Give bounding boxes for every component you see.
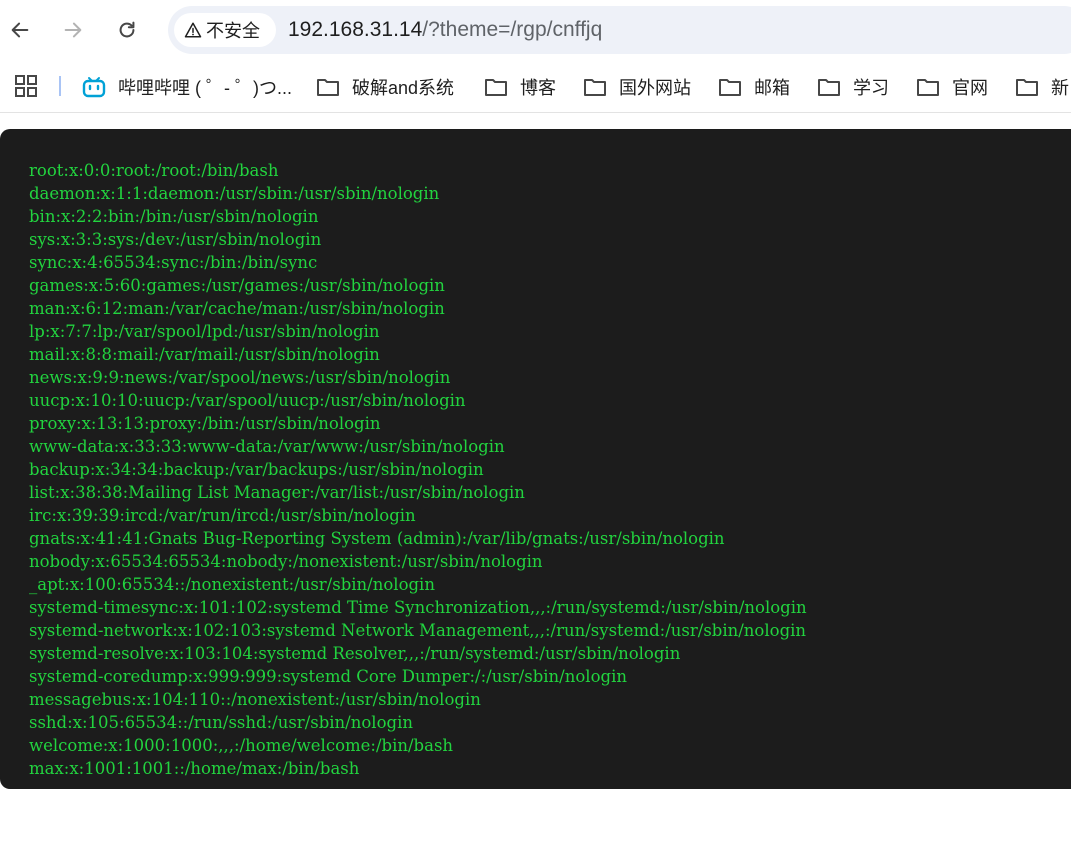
output-line: max:x:1001:1001::/home/max:/bin/bash [29,759,360,778]
output-line: proxy:x:13:13:proxy:/bin:/usr/sbin/nolog… [29,414,381,433]
security-indicator[interactable]: 不安全 [174,13,276,47]
output-line: mail:x:8:8:mail:/var/mail:/usr/sbin/nolo… [29,345,380,364]
folder-icon [917,79,939,96]
bookmark-folder-blog[interactable]: 博客 [484,72,556,102]
bookmark-label: 官网 [952,78,988,98]
address-bar[interactable]: 不安全 192.168.31.14/?theme=/rgp/cnffjq [168,6,1071,54]
arrow-left-icon [11,22,29,38]
output-line: systemd-coredump:x:999:999:systemd Core … [29,667,627,686]
output-line: daemon:x:1:1:daemon:/usr/sbin:/usr/sbin/… [29,184,440,203]
url-text[interactable]: 192.168.31.14/?theme=/rgp/cnffjq [288,18,602,42]
folder-icon [818,79,840,96]
url-host: 192.168.31.14 [288,18,423,41]
output-line: systemd-timesync:x:101:102:systemd Time … [29,598,807,617]
bookmark-label: 博客 [520,78,556,98]
bookmark-label: 国外网站 [619,78,691,98]
page-content: root:x:0:0:root:/root:/bin/bash daemon:x:… [0,129,1071,789]
output-line: irc:x:39:39:ircd:/var/run/ircd:/usr/sbin… [29,506,416,525]
bookmark-label: 哔哩哔哩 ( ゜- ゜)つ... [118,78,292,98]
output-line: uucp:x:10:10:uucp:/var/spool/uucp:/usr/s… [29,391,466,410]
bookmark-bilibili[interactable]: 哔哩哔哩 ( ゜- ゜)つ... [82,72,292,102]
apps-grid-icon[interactable] [14,74,38,98]
output-line: sys:x:3:3:sys:/dev:/usr/sbin/nologin [29,230,322,249]
bookmark-label: 学习 [853,78,889,98]
bookmark-label: 破解and系统 [352,78,455,98]
browser-toolbar: 不安全 192.168.31.14/?theme=/rgp/cnffjq [0,0,1071,60]
folder-icon [317,79,339,96]
bookmark-label: 邮箱 [754,78,790,98]
bookmark-label: 新 [1051,78,1069,98]
output-line: sync:x:4:65534:sync:/bin:/bin/sync [29,253,318,272]
reload-icon [119,21,135,38]
bilibili-icon [82,77,106,98]
output-line: www-data:x:33:33:www-data:/var/www:/usr/… [29,437,505,456]
output-line: list:x:38:38:Mailing List Manager:/var/l… [29,483,525,502]
output-line: messagebus:x:104:110::/nonexistent:/usr/… [29,690,481,709]
forward-button[interactable] [55,12,91,48]
output-line: news:x:9:9:news:/var/spool/news:/usr/sbi… [29,368,451,387]
output-line: gnats:x:41:41:Gnats Bug-Reporting System… [29,529,725,548]
security-label: 不安全 [206,21,260,41]
bookmark-folder-crack-system[interactable]: 破解and系统 [316,72,454,102]
bookmark-folder-new[interactable]: 新 [1015,72,1069,102]
bookmark-folder-official[interactable]: 官网 [916,72,988,102]
bookmark-folder-mail[interactable]: 邮箱 [718,72,790,102]
url-path: /?theme=/rgp/cnffjq [422,18,603,41]
output-line: _apt:x:100:65534::/nonexistent:/usr/sbin… [29,575,435,594]
output-line: systemd-network:x:102:103:systemd Networ… [29,621,807,640]
folder-icon [1016,79,1038,96]
output-line: lp:x:7:7:lp:/var/spool/lpd:/usr/sbin/nol… [29,322,380,341]
folder-icon [719,79,741,96]
bookmarks-divider [59,76,61,96]
passwd-output: root:x:0:0:root:/root:/bin/bash daemon:x:… [29,159,1071,780]
output-line: backup:x:34:34:backup:/var/backups:/usr/… [29,460,484,479]
output-line: welcome:x:1000:1000:,,,:/home/welcome:/b… [29,736,454,755]
warning-icon [184,22,202,38]
arrow-right-icon [64,22,82,38]
output-line: systemd-resolve:x:103:104:systemd Resolv… [29,644,681,663]
output-line: root:x:0:0:root:/root:/bin/bash [29,161,279,180]
bookmark-folder-foreign-sites[interactable]: 国外网站 [583,72,691,102]
output-line: nobody:x:65534:65534:nobody:/nonexistent… [29,552,543,571]
output-line: man:x:6:12:man:/var/cache/man:/usr/sbin/… [29,299,445,318]
reload-button[interactable] [109,12,145,48]
output-line: bin:x:2:2:bin:/bin:/usr/sbin/nologin [29,207,319,226]
folder-icon [485,79,507,96]
output-line: games:x:5:60:games:/usr/games:/usr/sbin/… [29,276,445,295]
bookmarks-bar: 哔哩哔哩 ( ゜- ゜)つ... 破解and系统 博客 国外网站 邮箱 学习 官… [0,62,1071,113]
back-button[interactable] [2,12,38,48]
output-line: sshd:x:105:65534::/run/sshd:/usr/sbin/no… [29,713,413,732]
folder-icon [584,79,606,96]
bookmark-folder-study[interactable]: 学习 [817,72,889,102]
